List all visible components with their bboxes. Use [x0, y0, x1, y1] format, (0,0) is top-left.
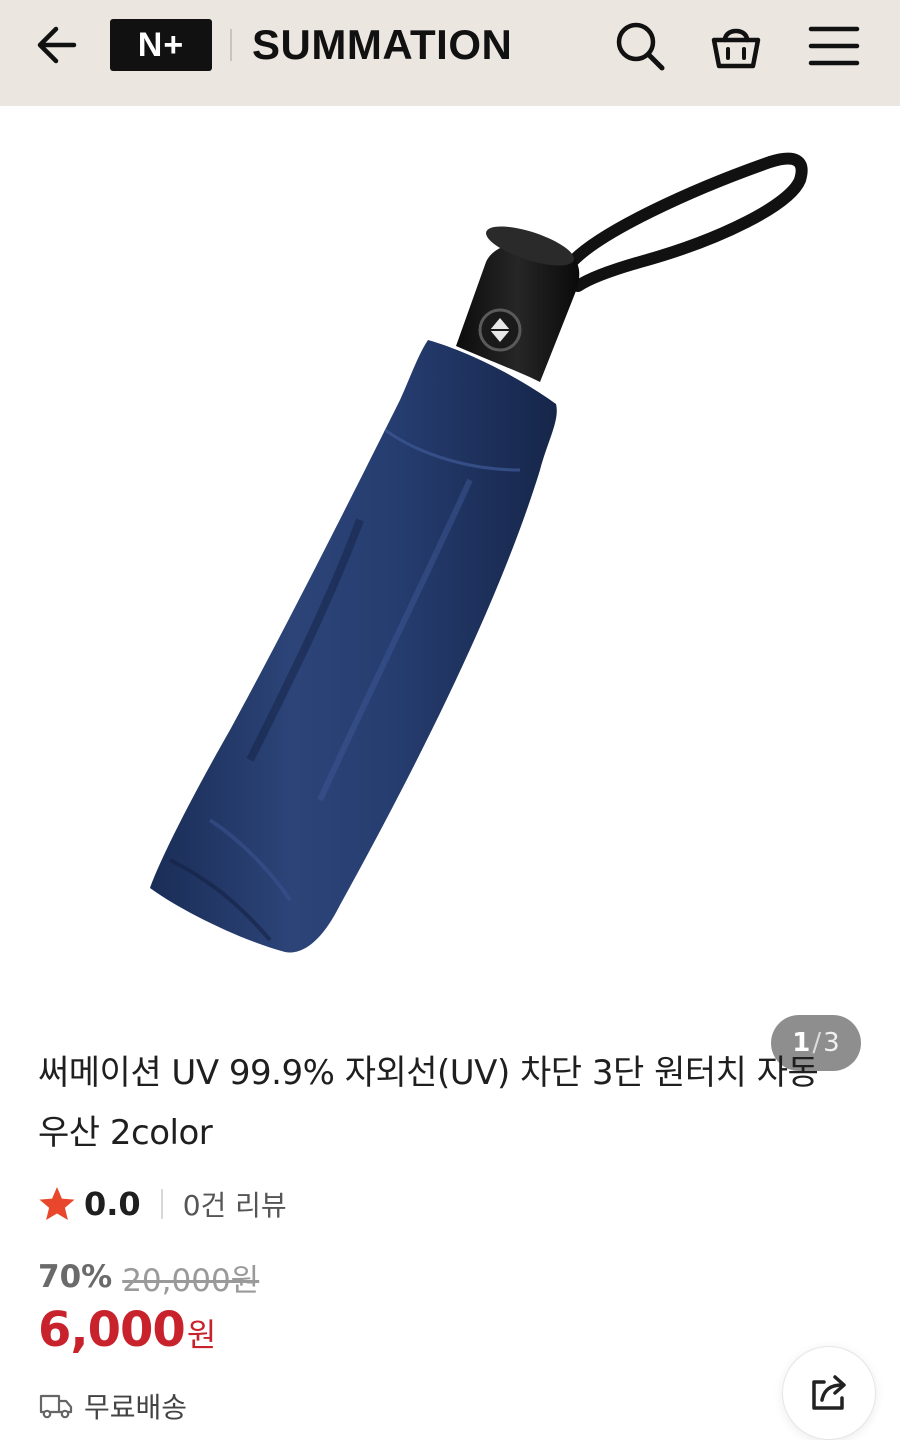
- discount-rate: 70%: [38, 1259, 113, 1295]
- product-title: 써메이션 UV 99.9% 자외선(UV) 차단 3단 원터치 자동 우산 2c…: [38, 1053, 819, 1153]
- shipping-info: 무료배송: [38, 1384, 187, 1428]
- price-unit: 원: [186, 1316, 217, 1354]
- brand-divider: [230, 29, 232, 61]
- top-header: N+ SUMMATION: [0, 0, 900, 106]
- truck-icon: [39, 1394, 73, 1419]
- rating-divider: [160, 1189, 163, 1219]
- product-image-carousel[interactable]: 1/3: [0, 106, 900, 1071]
- arrow-left-icon: [37, 26, 77, 64]
- search-icon: [616, 22, 665, 71]
- share-button[interactable]: [782, 1346, 876, 1440]
- shopping-basket-icon: [711, 28, 761, 69]
- sale-price: 6,000: [38, 1302, 186, 1358]
- share-icon: [812, 1375, 846, 1410]
- review-count-link[interactable]: 0건 리뷰: [183, 1184, 287, 1224]
- back-button[interactable]: [30, 22, 86, 68]
- menu-button[interactable]: [806, 18, 862, 74]
- brand-logo[interactable]: N+: [110, 19, 212, 71]
- hamburger-menu-icon: [808, 26, 860, 66]
- discount-row: 70% 20,000원: [38, 1255, 259, 1299]
- shipping-label: 무료배송: [84, 1391, 188, 1424]
- sale-price-row: 6,000 원: [38, 1302, 216, 1366]
- brand-name[interactable]: SUMMATION: [252, 18, 512, 72]
- star-icon: [39, 1187, 75, 1220]
- original-price: 20,000원: [122, 1262, 260, 1299]
- rating-row: 0.0 0건 리뷰: [38, 1182, 287, 1226]
- rating-score: 0.0: [84, 1185, 141, 1223]
- cart-button[interactable]: [708, 18, 764, 74]
- search-button[interactable]: [612, 18, 668, 74]
- umbrella-product-image: [150, 152, 808, 953]
